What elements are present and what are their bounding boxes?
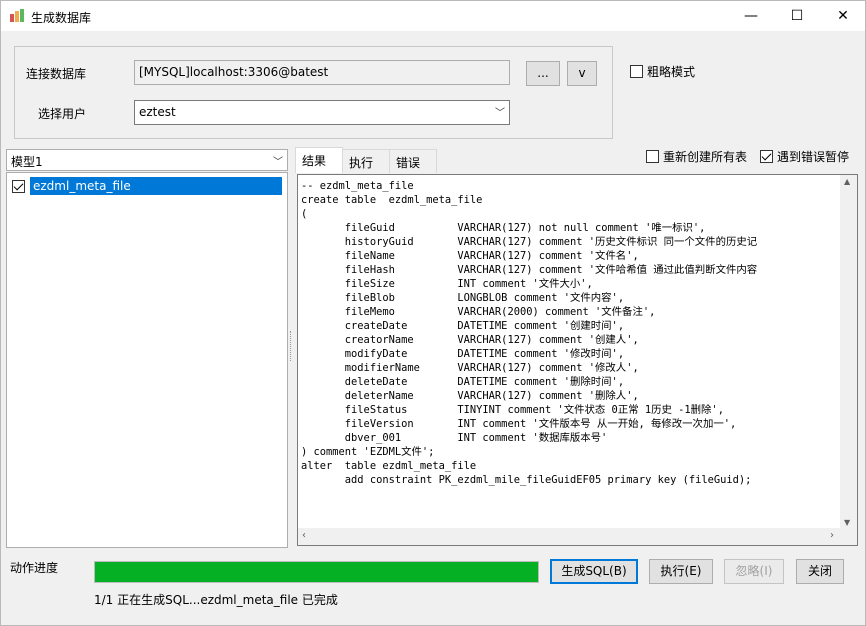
sql-line: creatorName VARCHAR(127) comment '创建人',	[301, 334, 639, 346]
close-button[interactable]: 关闭	[796, 559, 844, 584]
checkbox-box	[630, 65, 643, 78]
chevron-down-icon: ﹀	[495, 108, 505, 119]
db-dropdown-button[interactable]: v	[567, 61, 597, 86]
scroll-down-icon[interactable]: ▼	[844, 518, 850, 527]
progress-label: 动作进度	[10, 561, 59, 575]
rough-mode-label: 粗略模式	[647, 65, 696, 79]
sql-line: fileSize INT comment '文件大小',	[301, 278, 593, 290]
execute-button[interactable]: 执行(E)	[649, 559, 713, 584]
checkbox-checked-icon	[760, 150, 773, 163]
minimize-button[interactable]: —	[728, 1, 774, 31]
rough-mode-checkbox[interactable]: 粗略模式	[630, 63, 695, 80]
sql-line: deleterName VARCHAR(127) comment '删除人',	[301, 390, 639, 402]
recreate-all-checkbox[interactable]: 重新创建所有表	[646, 148, 747, 165]
progress-fill	[95, 562, 538, 582]
user-label: 选择用户	[38, 107, 87, 121]
sql-code-text[interactable]: -- ezdml_meta_filecreate table ezdml_met…	[301, 179, 832, 529]
db-label: 连接数据库	[26, 67, 87, 81]
sql-line: historyGuid VARCHAR(127) comment '历史文件标识…	[301, 236, 758, 248]
sql-line: fileStatus TINYINT comment '文件状态 0正常 1历史…	[301, 404, 724, 416]
sql-line: alter table ezdml_meta_file	[301, 460, 477, 472]
vertical-scrollbar[interactable]: ▲ ▼	[840, 175, 857, 529]
status-text: 1/1 正在生成SQL...ezdml_meta_file 已完成	[94, 593, 338, 607]
sql-line: add constraint PK_ezdml_mile_fileGuidEF0…	[301, 474, 752, 486]
chevron-down-icon: ﹀	[273, 157, 283, 168]
sql-line: fileName VARCHAR(127) comment '文件名',	[301, 250, 639, 262]
sql-line: fileHash VARCHAR(127) comment '文件哈希值 通过此…	[301, 264, 758, 276]
sql-line: fileGuid VARCHAR(127) not null comment '…	[301, 222, 706, 234]
close-window-button[interactable]: ✕	[820, 1, 866, 31]
generate-sql-button[interactable]: 生成SQL(B)	[550, 559, 638, 584]
user-select[interactable]: eztest ﹀	[134, 100, 510, 125]
sql-line: deleteDate DATETIME comment '删除时间',	[301, 376, 625, 388]
sql-line: modifyDate DATETIME comment '修改时间',	[301, 348, 625, 360]
title-bar: 生成数据库 — ☐ ✕	[1, 1, 865, 31]
tab-errors[interactable]: 错误	[389, 149, 437, 173]
sql-line: fileVersion INT comment '文件版本号 从一开始, 每修改…	[301, 418, 737, 430]
window-title: 生成数据库	[31, 11, 92, 25]
sql-line: modifierName VARCHAR(127) comment '修改人',	[301, 362, 639, 374]
app-icon	[10, 9, 24, 22]
progress-bar	[94, 561, 539, 583]
scroll-right-icon[interactable]: ›	[830, 530, 834, 541]
scroll-up-icon[interactable]: ▲	[844, 177, 850, 186]
model-select-value: 模型1	[11, 155, 43, 169]
pause-on-error-label: 遇到错误暂停	[777, 150, 850, 164]
horizontal-scrollbar[interactable]: ‹ ›	[298, 528, 840, 545]
scrollbar-corner	[840, 528, 857, 545]
sql-line: -- ezdml_meta_file	[301, 180, 414, 192]
scroll-left-icon[interactable]: ‹	[302, 530, 306, 541]
db-connection-field[interactable]: [MYSQL]localhost:3306@batest	[134, 60, 510, 85]
sql-line: createDate DATETIME comment '创建时间',	[301, 320, 625, 332]
sql-line: (	[301, 208, 308, 220]
tab-result[interactable]: 结果	[295, 147, 343, 173]
pause-on-error-checkbox[interactable]: 遇到错误暂停	[760, 148, 849, 165]
sql-line: dbver_001 INT comment '数据库版本号'	[301, 432, 608, 444]
sql-line: fileBlob LONGBLOB comment '文件内容',	[301, 292, 625, 304]
model-table-list: ezdml_meta_file	[6, 172, 288, 548]
sql-line: fileMemo VARCHAR(2000) comment '文件备注',	[301, 306, 656, 318]
recreate-all-label: 重新创建所有表	[663, 150, 748, 164]
checkbox-box	[646, 150, 659, 163]
ignore-button[interactable]: 忽略(I)	[724, 559, 784, 584]
user-select-value: eztest	[139, 105, 176, 119]
list-item-label: ezdml_meta_file	[30, 177, 282, 195]
sql-line: ) comment 'EZDML文件';	[301, 446, 435, 458]
sql-result-editor[interactable]: -- ezdml_meta_filecreate table ezdml_met…	[297, 174, 858, 546]
browse-button[interactable]: ...	[526, 61, 560, 86]
generate-database-window: 生成数据库 — ☐ ✕ 连接数据库 [MYSQL]localhost:3306@…	[0, 0, 866, 626]
model-select[interactable]: 模型1 ﹀	[6, 149, 288, 171]
checkbox-checked-icon[interactable]	[12, 179, 25, 193]
sql-line: create table ezdml_meta_file	[301, 194, 483, 206]
maximize-button[interactable]: ☐	[774, 1, 820, 31]
tab-execute[interactable]: 执行	[342, 149, 390, 173]
list-item[interactable]: ezdml_meta_file	[12, 177, 282, 195]
splitter-handle[interactable]	[290, 331, 292, 361]
